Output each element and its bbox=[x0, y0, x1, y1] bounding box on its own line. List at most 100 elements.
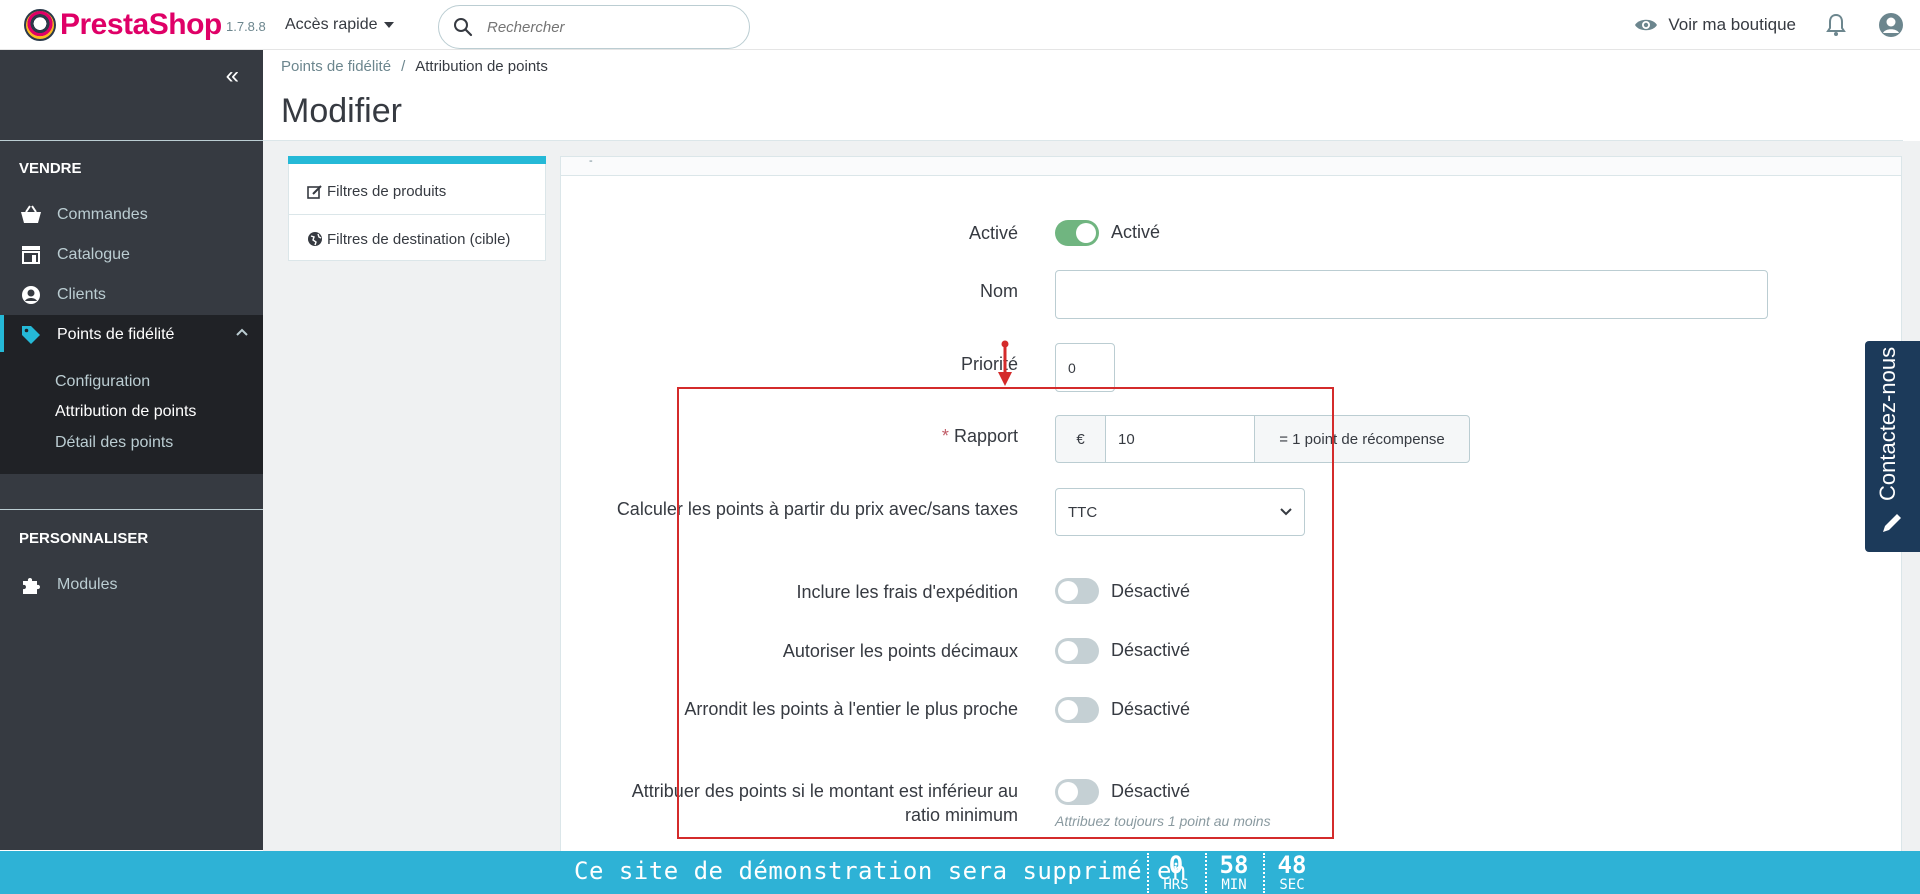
chevron-up-icon bbox=[236, 328, 248, 336]
shipping-toggle[interactable] bbox=[1055, 578, 1099, 604]
breadcrumb-current: Attribution de points bbox=[415, 58, 548, 75]
active-state: Activé bbox=[1111, 222, 1161, 242]
bell-icon[interactable] bbox=[1826, 13, 1846, 37]
demo-banner: Ce site de démonstration sera supprimé e… bbox=[0, 851, 1920, 894]
sidebar-item-orders[interactable]: Commandes bbox=[0, 195, 263, 235]
sidebar-item-catalog[interactable]: Catalogue bbox=[0, 235, 263, 275]
arrow-down-icon bbox=[998, 340, 1012, 386]
banner-text: Ce site de démonstration sera supprimé e… bbox=[574, 857, 1187, 885]
sidebar-item-label: Catalogue bbox=[57, 246, 130, 263]
version-label: 1.7.8.8 bbox=[226, 19, 266, 34]
minimum-help: Attribuez toujours 1 point au moins bbox=[1055, 813, 1271, 829]
filters-panel: Filtres de produits Filtres de destinati… bbox=[288, 156, 546, 261]
search-icon bbox=[454, 18, 473, 37]
sidebar-item-label: Clients bbox=[57, 286, 106, 303]
breadcrumb-separator: / bbox=[401, 58, 406, 75]
sidebar-item-label: Points de fidélité bbox=[57, 326, 175, 343]
tax-select-value: TTC bbox=[1068, 503, 1098, 521]
breadcrumb: Points de fidélité / Attribution de points bbox=[281, 58, 548, 75]
section-sell: VENDRE bbox=[19, 160, 82, 177]
timer-separator bbox=[1263, 853, 1265, 893]
sidebar-item-customers[interactable]: Clients bbox=[0, 275, 263, 315]
ratio-suffix-addon: = 1 point de récompense bbox=[1254, 415, 1470, 463]
timer-minutes: 58 MIN bbox=[1208, 853, 1260, 893]
user-circle-icon bbox=[20, 284, 42, 306]
round-toggle[interactable] bbox=[1055, 697, 1099, 723]
timer-separator bbox=[1147, 853, 1149, 893]
shipping-state: Désactivé bbox=[1111, 581, 1191, 601]
minimum-label: Attribuer des points si le montant est i… bbox=[631, 781, 1018, 825]
sidebar-item-label: Modules bbox=[57, 576, 118, 593]
tax-select[interactable]: TTC bbox=[1055, 488, 1305, 536]
submenu: Configuration Attribution de points Déta… bbox=[0, 352, 263, 474]
brand-name: PrestaShop bbox=[60, 8, 222, 41]
ratio-label-text: Rapport bbox=[953, 426, 1018, 446]
contact-us-label: Contactez-nous bbox=[1875, 346, 1900, 501]
minutes-value: 58 bbox=[1219, 851, 1249, 879]
pencil-icon bbox=[1883, 514, 1901, 532]
submenu-item-points-attribution[interactable]: Attribution de points bbox=[55, 403, 196, 421]
decimal-state: Désactivé bbox=[1111, 640, 1191, 660]
globe-icon bbox=[308, 232, 322, 246]
minimum-toggle[interactable] bbox=[1055, 779, 1099, 805]
view-shop-label: Voir ma boutique bbox=[1668, 15, 1796, 34]
panel-accent-bar bbox=[288, 156, 546, 164]
caret-down-icon bbox=[383, 21, 394, 28]
product-filters-link[interactable]: Filtres de produits bbox=[289, 169, 545, 215]
destination-filters-label: Filtres de destination (cible) bbox=[327, 230, 511, 248]
eye-icon bbox=[1635, 19, 1658, 31]
puffin-logo-icon bbox=[24, 9, 56, 41]
minimum-state: Désactivé bbox=[1111, 781, 1191, 801]
divider bbox=[0, 509, 263, 510]
priority-label: Priorité bbox=[960, 354, 1018, 374]
active-toggle[interactable] bbox=[1055, 220, 1099, 246]
destination-filters-link[interactable]: Filtres de destination (cible) bbox=[289, 216, 545, 262]
submenu-item-points-detail[interactable]: Détail des points bbox=[55, 434, 173, 452]
search-box[interactable] bbox=[438, 5, 750, 49]
breadcrumb-parent[interactable]: Points de fidélité bbox=[281, 58, 391, 75]
account-icon[interactable] bbox=[1878, 12, 1904, 38]
basket-icon bbox=[20, 204, 42, 226]
ratio-input[interactable] bbox=[1105, 415, 1255, 463]
minutes-unit: MIN bbox=[1221, 877, 1247, 893]
panel-header: - bbox=[561, 155, 1901, 176]
seconds-value: 48 bbox=[1277, 851, 1307, 879]
quick-access-dropdown[interactable]: Accès rapide bbox=[285, 16, 394, 34]
product-filters-label: Filtres de produits bbox=[327, 183, 447, 200]
active-label: Activé bbox=[968, 223, 1018, 243]
page-title: Modifier bbox=[281, 92, 402, 130]
sidebar-item-modules[interactable]: Modules bbox=[0, 565, 263, 605]
edit-icon bbox=[307, 184, 322, 199]
decimal-toggle[interactable] bbox=[1055, 638, 1099, 664]
contact-us-tab[interactable]: Contactez-nous bbox=[1865, 341, 1920, 552]
required-asterisk: * bbox=[941, 426, 949, 446]
view-shop-link[interactable]: Voir ma boutique bbox=[1634, 15, 1796, 35]
sidebar: « VENDRE Commandes Catalogue Clients Poi… bbox=[0, 50, 263, 850]
tax-label: Calculer les points à partir du prix ave… bbox=[616, 499, 1018, 519]
currency-addon: € bbox=[1055, 415, 1106, 463]
collapse-sidebar-icon[interactable]: « bbox=[226, 62, 239, 90]
chevron-down-icon bbox=[1280, 508, 1292, 516]
round-label: Arrondit les points à l'entier le plus p… bbox=[684, 699, 1018, 719]
sidebar-item-label: Commandes bbox=[57, 206, 148, 223]
name-input[interactable] bbox=[1055, 270, 1768, 319]
timer-separator bbox=[1205, 853, 1207, 893]
prestashop-logo[interactable]: PrestaShop bbox=[24, 8, 222, 42]
shipping-label: Inclure les frais d'expédition bbox=[796, 582, 1018, 602]
panel-header-text: - bbox=[589, 155, 593, 167]
quick-access-label: Accès rapide bbox=[285, 16, 378, 33]
submenu-item-configuration[interactable]: Configuration bbox=[55, 373, 150, 391]
priority-input[interactable] bbox=[1055, 343, 1115, 392]
top-header: PrestaShop 1.7.8.8 Accès rapide Voir ma … bbox=[0, 0, 1920, 50]
seconds-unit: SEC bbox=[1279, 877, 1305, 893]
decimal-label: Autoriser les points décimaux bbox=[782, 641, 1018, 661]
hours-unit: HRS bbox=[1163, 877, 1189, 893]
timer-seconds: 48 SEC bbox=[1266, 853, 1318, 893]
search-input[interactable] bbox=[487, 18, 727, 36]
round-state: Désactivé bbox=[1111, 699, 1191, 719]
section-customize: PERSONNALISER bbox=[19, 530, 149, 547]
name-label: Nom bbox=[979, 281, 1018, 301]
store-icon bbox=[20, 244, 42, 266]
sidebar-item-loyalty[interactable]: Points de fidélité bbox=[0, 315, 263, 355]
tag-icon bbox=[20, 324, 42, 346]
